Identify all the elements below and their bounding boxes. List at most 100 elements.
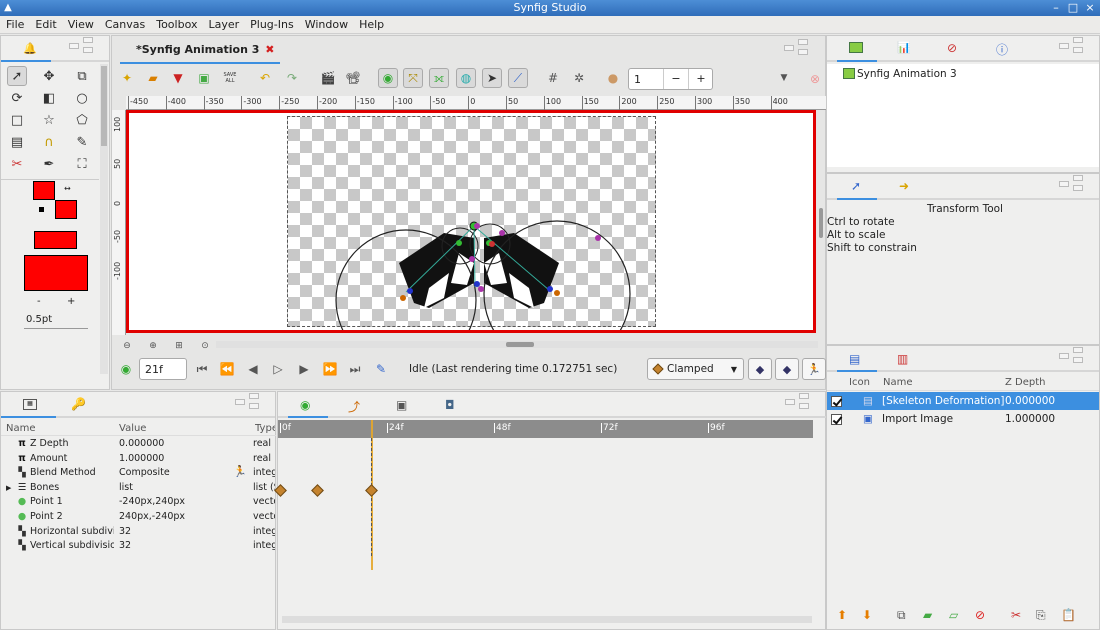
canvas-hscrollbar[interactable] bbox=[216, 341, 818, 348]
render-icon[interactable]: 🎬 bbox=[318, 68, 338, 88]
sets-tab-icon[interactable]: ▥ bbox=[897, 352, 908, 366]
param-row[interactable]: ▚ Vertical subdivisions 32 integer bbox=[1, 539, 276, 554]
rectangle-tool-icon[interactable]: □ bbox=[7, 110, 27, 130]
polygon-tool-icon[interactable]: ⬠ bbox=[72, 110, 92, 130]
circle-tool-icon[interactable]: ○ bbox=[72, 88, 92, 108]
current-frame-field[interactable]: 21f bbox=[139, 358, 187, 380]
bone-handles-icon[interactable]: ➤ bbox=[482, 68, 502, 88]
param-row[interactable]: ●Point 1 -240px,240px vector bbox=[1, 495, 276, 510]
zoom-100-icon[interactable]: ⊙ bbox=[195, 336, 215, 356]
curves-tab-icon[interactable]: ⤴ bbox=[348, 398, 360, 415]
lower-layer-icon[interactable]: ⬇ bbox=[862, 608, 872, 622]
params-tab-icon[interactable]: ▦ bbox=[23, 399, 37, 410]
skeleton-artwork[interactable] bbox=[129, 113, 813, 330]
maximize-button[interactable]: □ bbox=[1065, 0, 1081, 16]
info-tab-icon[interactable]: ⓘ bbox=[996, 41, 1008, 58]
params-col-name[interactable]: Name bbox=[6, 423, 36, 434]
layer-visibility-checkbox[interactable] bbox=[831, 414, 842, 425]
angle-handles-icon[interactable]: ◍ bbox=[456, 68, 476, 88]
raise-layer-icon[interactable]: ⬆ bbox=[837, 608, 847, 622]
param-value[interactable]: 1.000000 bbox=[119, 452, 229, 466]
feather-tool-icon[interactable]: ✒ bbox=[39, 154, 59, 174]
toolbar-overflow-icon[interactable]: ▼ bbox=[774, 68, 794, 88]
undo-icon[interactable]: ↶ bbox=[255, 68, 275, 88]
width-handles-icon[interactable]: ⟋ bbox=[508, 68, 528, 88]
paste-layer-icon[interactable]: 📋 bbox=[1061, 608, 1076, 622]
transform-tool-icon[interactable]: ➚ bbox=[7, 66, 27, 86]
menu-window[interactable]: Window bbox=[299, 16, 353, 34]
param-value[interactable]: list bbox=[119, 481, 229, 495]
param-row[interactable]: π Amount 1.000000 real bbox=[1, 452, 276, 467]
zoom-in-icon[interactable]: ⊕ bbox=[143, 336, 163, 356]
param-row[interactable]: ▚ Horizontal subdivisions 32 integer bbox=[1, 525, 276, 540]
redo-icon[interactable]: ↷ bbox=[282, 68, 302, 88]
next-keyframe-icon[interactable]: ⏩ bbox=[320, 359, 340, 379]
cut-layer-icon[interactable]: ✂ bbox=[1011, 608, 1021, 622]
prev-keyframe-icon[interactable]: ⏪ bbox=[217, 359, 237, 379]
mirror-tool-icon[interactable]: ◧ bbox=[39, 88, 59, 108]
keyframe-2[interactable] bbox=[365, 484, 378, 497]
gradient-tool-icon[interactable]: ▤ bbox=[7, 132, 27, 152]
outline-color-swatch[interactable] bbox=[33, 181, 55, 200]
draw-tool-icon[interactable]: ✎ bbox=[72, 132, 92, 152]
timetrack-tab-icon[interactable]: ◉ bbox=[300, 398, 310, 412]
animation-mode-toggle-icon[interactable]: 🏃 bbox=[802, 358, 826, 380]
prev-frame-icon[interactable]: ◀ bbox=[243, 359, 263, 379]
keyframe-lock-future-icon[interactable]: ◆ bbox=[775, 358, 799, 380]
brush-size-field[interactable]: 0.5pt bbox=[24, 311, 88, 329]
width-decrease-button[interactable]: - bbox=[37, 296, 41, 307]
static-value-icon[interactable]: 🏃 bbox=[233, 465, 247, 478]
layers-col-icon[interactable]: Icon bbox=[849, 377, 870, 388]
fill-tool-icon[interactable]: ⛶ bbox=[72, 154, 92, 174]
onion-decrease-button[interactable]: − bbox=[663, 69, 688, 89]
layer-visibility-checkbox[interactable] bbox=[831, 396, 842, 407]
library-tab-icon[interactable]: 🔑 bbox=[71, 397, 86, 411]
copy-layer-icon[interactable]: ⎘ bbox=[1036, 608, 1046, 623]
layer-name[interactable]: [Skeleton Deformation] bbox=[882, 392, 1005, 410]
gradient-swatch[interactable] bbox=[34, 231, 77, 249]
tool-options-tab-icon[interactable]: ➚ bbox=[851, 179, 861, 193]
save-as-icon[interactable]: ▣ bbox=[194, 68, 214, 88]
minimize-button[interactable]: – bbox=[1048, 0, 1064, 16]
param-value[interactable]: 240px,-240px bbox=[119, 510, 229, 524]
position-handles-icon[interactable]: ◉ bbox=[378, 68, 398, 88]
canvas-item-label[interactable]: Synfig Animation 3 bbox=[857, 68, 957, 80]
preview-icon[interactable]: 📽 bbox=[343, 68, 363, 88]
layer-row[interactable]: ▣ Import Image 1.000000 bbox=[827, 410, 1099, 428]
close-window-button[interactable]: × bbox=[1082, 0, 1098, 16]
render-bounds-icon[interactable]: ✎ bbox=[371, 359, 391, 379]
grid-icon[interactable]: # bbox=[543, 68, 563, 88]
save-icon[interactable]: ▼ bbox=[168, 68, 188, 88]
bell-icon[interactable]: 🔔 bbox=[23, 42, 37, 55]
animation-mode-icon[interactable]: ◉ bbox=[116, 359, 136, 379]
param-value[interactable]: 32 bbox=[119, 525, 229, 539]
delete-layer-icon[interactable]: ⊘ bbox=[975, 608, 985, 622]
toolbox-scrollbar[interactable] bbox=[100, 64, 108, 374]
navigator-tab-icon[interactable]: 📊 bbox=[897, 41, 911, 54]
scale-tool-icon[interactable]: ⧉ bbox=[72, 66, 92, 86]
seek-end-icon[interactable]: ⏭ bbox=[345, 359, 365, 379]
onion-increase-button[interactable]: + bbox=[688, 69, 713, 89]
duplicate-layer-icon[interactable]: ⧉ bbox=[897, 608, 906, 623]
zoom-fit-icon[interactable]: ⊞ bbox=[169, 336, 189, 356]
group-layer-icon[interactable]: ▰ bbox=[923, 608, 932, 622]
seek-begin-icon[interactable]: ⏮ bbox=[192, 359, 212, 379]
star-tool-icon[interactable]: ☆ bbox=[39, 110, 59, 130]
interpolation-select[interactable]: Clamped ▼ bbox=[647, 358, 744, 380]
stop-render-icon[interactable]: ⊗ bbox=[805, 69, 825, 89]
canvas-browser-tab-icon[interactable] bbox=[849, 42, 863, 53]
sound-tab-icon[interactable]: ◘ bbox=[445, 398, 455, 412]
menu-edit[interactable]: Edit bbox=[29, 16, 61, 34]
expand-arrow-icon[interactable]: ▶ bbox=[6, 481, 11, 495]
keyframe-lock-past-icon[interactable]: ◆ bbox=[748, 358, 772, 380]
ungroup-layer-icon[interactable]: ▱ bbox=[949, 608, 958, 622]
menu-toolbox[interactable]: Toolbox bbox=[150, 16, 202, 34]
smooth-move-tool-icon[interactable]: ✥ bbox=[39, 66, 59, 86]
canvas-vscrollbar[interactable] bbox=[817, 110, 825, 333]
guides-icon[interactable]: ✲ bbox=[569, 68, 589, 88]
layer-name[interactable]: Import Image bbox=[882, 410, 953, 428]
timetrack-hscrollbar[interactable] bbox=[282, 616, 812, 623]
zoom-out-icon[interactable]: ⊖ bbox=[117, 336, 137, 356]
radius-handles-icon[interactable]: ⟗ bbox=[429, 68, 449, 88]
params-col-value[interactable]: Value bbox=[119, 423, 146, 434]
